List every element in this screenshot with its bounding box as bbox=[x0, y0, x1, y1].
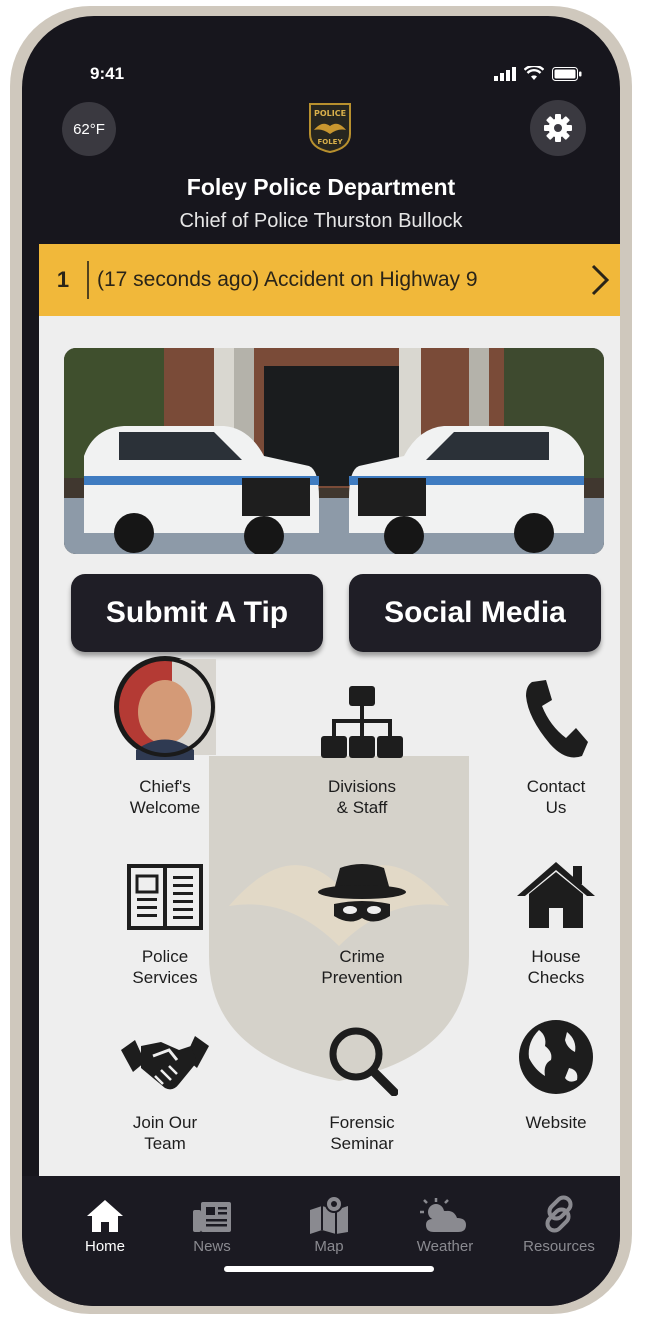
page-subtitle: Chief of Police Thurston Bullock bbox=[179, 210, 463, 232]
signal-icon bbox=[494, 66, 516, 81]
alert-message: (17 seconds ago) Accident on Highway 9 bbox=[97, 268, 478, 291]
grid-label-police-services: Police Services bbox=[132, 947, 198, 987]
phone-icon bbox=[526, 680, 588, 758]
police-badge-logo: POLICE FOLEY bbox=[309, 103, 351, 154]
page-title: Foley Police Department bbox=[186, 174, 456, 200]
newspaper-icon bbox=[127, 864, 203, 930]
handshake-icon bbox=[121, 1036, 209, 1090]
temperature-value: 62°F bbox=[73, 120, 105, 138]
tab-home[interactable]: Home bbox=[50, 1196, 160, 1255]
grid-label-contact-us: Contact Us bbox=[526, 777, 586, 817]
grid-item-crime-prevention[interactable]: Crime Prevention bbox=[282, 846, 442, 988]
badge-text-bottom: FOLEY bbox=[317, 138, 343, 146]
globe-icon bbox=[519, 1020, 593, 1094]
tab-label-weather: Weather bbox=[416, 1238, 474, 1255]
link-icon bbox=[545, 1195, 573, 1233]
grid-item-police-services[interactable]: Police Services bbox=[85, 846, 245, 988]
org-chart-icon bbox=[321, 686, 403, 758]
grid-item-house-checks[interactable]: House Checks bbox=[476, 846, 620, 988]
tab-label-home: Home bbox=[84, 1238, 125, 1255]
status-time: 9:41 bbox=[90, 64, 125, 83]
battery-icon bbox=[552, 66, 582, 81]
alert-banner[interactable]: 1 (17 seconds ago) Accident on Highway 9 bbox=[39, 244, 620, 316]
grid-item-contact-us[interactable]: Contact Us bbox=[476, 676, 620, 818]
settings-button[interactable] bbox=[530, 100, 586, 156]
tab-resources[interactable]: Resources bbox=[504, 1195, 614, 1255]
tab-news[interactable]: News bbox=[157, 1196, 267, 1255]
grid-label-divisions-staff: Divisions & Staff bbox=[327, 777, 397, 817]
main-content: Submit A Tip Social Media Chief's Welcom… bbox=[39, 316, 620, 1176]
incognito-icon bbox=[318, 864, 406, 922]
grid-label-join-our-team: Join Our Team bbox=[132, 1113, 198, 1153]
tab-bar: Home News Map Weather Resources bbox=[22, 1176, 620, 1306]
tab-label-map: Map bbox=[314, 1238, 344, 1255]
badge-text-top: POLICE bbox=[314, 109, 346, 118]
grid-label-website: Website bbox=[525, 1113, 587, 1132]
magnifier-icon bbox=[329, 1027, 398, 1096]
grid-item-forensic-seminar[interactable]: Forensic Seminar bbox=[282, 1012, 442, 1154]
grid-item-join-our-team[interactable]: Join Our Team bbox=[85, 1012, 245, 1154]
grid-label-house-checks: House Checks bbox=[527, 947, 585, 987]
social-media-button[interactable]: Social Media bbox=[349, 574, 601, 652]
alert-count: 1 bbox=[56, 267, 70, 292]
tab-weather[interactable]: Weather bbox=[390, 1196, 500, 1255]
weather-icon bbox=[420, 1198, 466, 1232]
home-indicator[interactable] bbox=[224, 1266, 434, 1272]
police-vehicles-photo bbox=[64, 348, 604, 554]
grid-label-forensic-seminar: Forensic Seminar bbox=[329, 1113, 395, 1153]
map-icon bbox=[310, 1195, 348, 1234]
grid-item-divisions-staff[interactable]: Divisions & Staff bbox=[282, 676, 442, 818]
chevron-right-icon[interactable] bbox=[575, 263, 620, 297]
gear-icon bbox=[544, 114, 572, 142]
grid-label-crime-prevention: Crime Prevention bbox=[321, 947, 403, 987]
house-icon bbox=[517, 862, 595, 928]
grid-item-chiefs-welcome[interactable]: Chief's Welcome bbox=[85, 656, 245, 818]
wifi-icon bbox=[524, 66, 544, 80]
temperature-button[interactable]: 62°F bbox=[62, 102, 116, 156]
status-icons bbox=[494, 66, 582, 81]
submit-tip-button[interactable]: Submit A Tip bbox=[71, 574, 323, 652]
tab-label-resources: Resources bbox=[523, 1238, 595, 1255]
status-bar: 9:41 bbox=[22, 64, 620, 84]
grid-item-website[interactable]: Website bbox=[476, 1012, 620, 1133]
home-icon bbox=[87, 1200, 123, 1232]
tab-label-news: News bbox=[193, 1238, 231, 1255]
tab-map[interactable]: Map bbox=[274, 1195, 384, 1255]
grid-label-chiefs-welcome: Chief's Welcome bbox=[129, 777, 201, 817]
chief-photo bbox=[114, 656, 216, 760]
news-icon bbox=[193, 1202, 231, 1232]
phone-screen: 9:41 62°F POLICE FOLEY Foley Police Depa… bbox=[22, 16, 620, 1306]
alert-divider bbox=[87, 261, 89, 299]
